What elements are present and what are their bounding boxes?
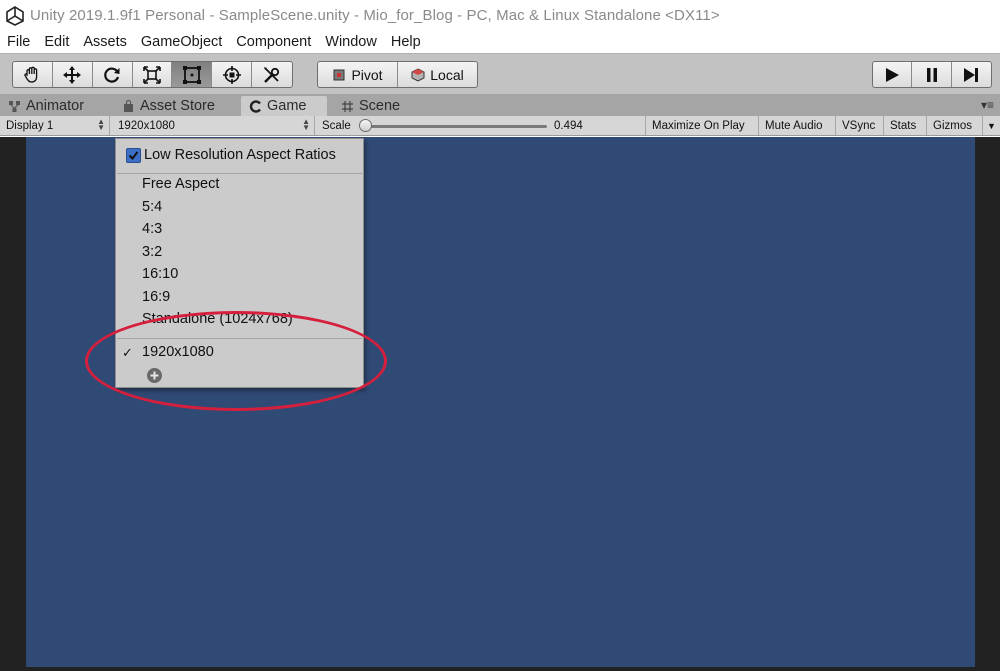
scale-icon <box>143 65 161 84</box>
tab-label: Animator <box>26 98 85 114</box>
vsync-label: VSync <box>842 119 876 132</box>
rect-transform-icon <box>182 65 201 84</box>
rect-tool-button[interactable] <box>172 62 213 87</box>
animator-icon <box>9 100 20 112</box>
transform-tool-button[interactable] <box>212 62 253 87</box>
scale-label-cell: Scale <box>316 116 362 135</box>
mute-audio-toggle[interactable]: Mute Audio <box>759 116 836 135</box>
aspect-5-4[interactable]: 5:4 <box>142 199 162 215</box>
rotate-tool-button[interactable] <box>93 62 133 87</box>
play-button[interactable] <box>873 62 913 87</box>
scale-label: Scale <box>322 119 351 132</box>
scale-slider-track[interactable] <box>367 125 547 128</box>
menu-separator <box>117 338 364 339</box>
gizmos-label: Gizmos <box>933 119 972 132</box>
tab-scene[interactable]: Scene <box>333 96 423 116</box>
asset-store-icon <box>124 99 133 112</box>
updown-arrow-icon: ▲ ▼ <box>302 117 310 132</box>
menu-file[interactable]: File <box>7 34 30 50</box>
tab-options-menu-icon[interactable]: ▾≡ <box>981 98 994 112</box>
stats-toggle[interactable]: Stats <box>884 116 927 135</box>
step-icon <box>964 67 979 82</box>
local-button[interactable]: Local <box>398 62 477 87</box>
vsync-toggle[interactable]: VSync <box>836 116 884 135</box>
display-label: Display 1 <box>6 119 54 132</box>
tab-label: Scene <box>359 98 401 114</box>
aspect-4-3[interactable]: 4:3 <box>142 221 162 237</box>
menu-gameobject[interactable]: GameObject <box>141 34 222 50</box>
tab-label: Asset Store <box>140 98 215 114</box>
pivot-button[interactable]: Pivot <box>318 62 398 87</box>
aspect-1920x1080[interactable]: 1920x1080 <box>142 344 214 360</box>
hand-icon <box>24 66 38 83</box>
panel-tab-bar: Animator Asset Store Game Scene ▾≡ <box>0 94 1000 116</box>
pause-button[interactable] <box>912 62 952 87</box>
aspect-16-9[interactable]: 16:9 <box>142 289 170 305</box>
aspect-standalone[interactable]: Standalone (1024x768) <box>142 311 293 327</box>
maximize-on-play-label: Maximize On Play <box>652 119 745 132</box>
gizmos-dropdown-arrow-icon[interactable]: ▼ <box>983 116 1000 135</box>
display-dropdown[interactable]: Display 1 ▲ ▼ <box>0 116 110 135</box>
aspect-ratio-dropdown: Low Resolution Aspect Ratios Free Aspect… <box>115 138 364 388</box>
tab-asset-store[interactable]: Asset Store <box>114 96 238 116</box>
pivot-handle-toggles: Pivot Local <box>317 61 478 88</box>
tab-label: Game <box>267 98 307 114</box>
play-controls <box>872 61 992 88</box>
aspect-3-2[interactable]: 3:2 <box>142 244 162 260</box>
move-tool-button[interactable] <box>53 62 93 87</box>
window-title: Unity 2019.1.9f1 Personal - SampleScene.… <box>30 7 720 24</box>
scene-grid-icon <box>342 100 353 112</box>
selected-checkmark-icon: ✓ <box>122 345 133 360</box>
local-label: Local <box>430 66 464 83</box>
gizmos-toggle[interactable]: Gizmos <box>927 116 983 135</box>
menu-assets[interactable]: Assets <box>83 34 127 50</box>
rotate-icon <box>104 67 120 83</box>
tab-animator[interactable]: Animator <box>0 96 112 116</box>
menu-edit[interactable]: Edit <box>44 34 69 50</box>
tab-game[interactable]: Game <box>241 96 327 116</box>
game-view-toolbar: Display 1 ▲ ▼ 1920x1080 ▲ ▼ Scale 0.494 Ma… <box>0 116 1000 136</box>
menu-window[interactable]: Window <box>325 34 377 50</box>
move-arrows-icon <box>63 65 82 84</box>
pivot-icon <box>333 69 345 80</box>
menu-separator <box>117 173 364 174</box>
low-resolution-aspect-ratios-toggle[interactable]: Low Resolution Aspect Ratios <box>126 147 336 163</box>
aspect-16-10[interactable]: 16:10 <box>142 266 178 282</box>
mute-audio-label: Mute Audio <box>765 119 823 132</box>
unity-logo-icon <box>4 5 26 27</box>
checkbox-checked-icon <box>126 147 141 163</box>
title-bar: Unity 2019.1.9f1 Personal - SampleScene.… <box>0 0 1000 31</box>
menu-help[interactable]: Help <box>391 34 421 50</box>
hand-tool-button[interactable] <box>13 62 53 87</box>
add-resolution-plus-icon[interactable] <box>147 368 162 383</box>
scale-slider-thumb[interactable] <box>359 119 372 132</box>
local-cube-icon <box>411 67 425 82</box>
scale-tool-button[interactable] <box>133 62 173 87</box>
stats-label: Stats <box>890 119 917 132</box>
play-icon <box>886 67 900 82</box>
resolution-label: 1920x1080 <box>118 119 175 132</box>
resolution-dropdown[interactable]: 1920x1080 ▲ ▼ <box>111 116 315 135</box>
updown-arrow-icon: ▲ ▼ <box>97 117 105 132</box>
menu-bar: File Edit Assets GameObject Component Wi… <box>0 31 1000 53</box>
low-resolution-label: Low Resolution Aspect Ratios <box>144 147 336 163</box>
pivot-label: Pivot <box>351 66 383 83</box>
scale-value-cell: 0.494 <box>548 116 646 135</box>
step-button[interactable] <box>952 62 991 87</box>
wrench-tools-icon <box>264 66 280 83</box>
aspect-free[interactable]: Free Aspect <box>142 176 219 192</box>
pause-icon <box>926 67 937 82</box>
maximize-on-play-toggle[interactable]: Maximize On Play <box>646 116 759 135</box>
transform-all-icon <box>222 65 241 84</box>
transform-tools <box>12 61 293 88</box>
scale-value: 0.494 <box>554 119 583 132</box>
unity-editor-window: Unity 2019.1.9f1 Personal - SampleScene.… <box>0 0 1000 671</box>
main-toolbar: Pivot Local <box>0 53 1000 94</box>
menu-component[interactable]: Component <box>236 34 311 50</box>
custom-tool-button[interactable] <box>252 62 292 87</box>
game-icon <box>249 99 261 113</box>
